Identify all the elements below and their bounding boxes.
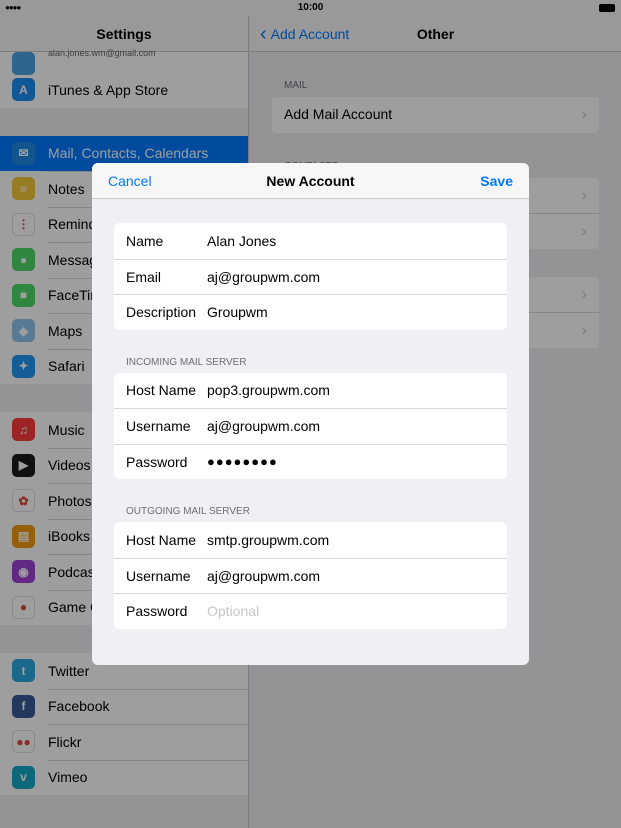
email-value[interactable]: aj@groupwm.com [207,269,507,285]
email-field[interactable]: Email aj@groupwm.com [114,258,507,295]
incoming-username-label: Username [126,418,191,435]
outgoing-server-header: OUTGOING MAIL SERVER [126,506,250,517]
account-info-group: Name Alan Jones Email aj@groupwm.com Des… [114,223,507,330]
name-value[interactable]: Alan Jones [207,233,507,249]
incoming-server-header: INCOMING MAIL SERVER [126,356,247,368]
outgoing-host-label: Host Name [126,531,197,548]
outgoing-server-group: Host Name smtp.groupwm.com Username aj@g… [114,522,507,629]
incoming-host-field[interactable]: Host Name pop3.groupwm.com [114,373,507,409]
description-field[interactable]: Description Groupwm [114,294,507,330]
outgoing-username-value[interactable]: aj@groupwm.com [207,568,507,584]
incoming-server-group: Host Name pop3.groupwm.com Username aj@g… [114,372,507,480]
incoming-password-value[interactable]: ●●●●●●●● [207,454,507,469]
outgoing-username-label: Username [126,567,191,584]
incoming-username-field[interactable]: Username aj@groupwm.com [114,408,507,444]
incoming-host-label: Host Name [126,382,197,399]
outgoing-password-placeholder[interactable]: Optional [207,603,507,619]
modal-navbar: Cancel New Account Save [92,163,529,199]
description-value[interactable]: Groupwm [207,304,507,320]
modal-title: New Account [266,173,355,189]
incoming-password-label: Password [126,453,188,470]
incoming-host-value[interactable]: pop3.groupwm.com [207,382,507,398]
incoming-username-value[interactable]: aj@groupwm.com [207,418,507,434]
email-label: Email [126,268,162,285]
outgoing-password-label: Password [126,603,188,620]
outgoing-password-field[interactable]: Password Optional [114,593,507,629]
name-field[interactable]: Name Alan Jones [114,223,507,259]
outgoing-host-value[interactable]: smtp.groupwm.com [207,532,507,548]
save-button[interactable]: Save [480,163,513,199]
outgoing-host-field[interactable]: Host Name smtp.groupwm.com [114,522,507,558]
name-label: Name [126,232,164,249]
description-label: Description [126,304,197,321]
incoming-password-field[interactable]: Password ●●●●●●●● [114,443,507,480]
new-account-modal: Cancel New Account Save Name Alan Jones … [92,163,529,665]
outgoing-username-field[interactable]: Username aj@groupwm.com [114,557,507,594]
